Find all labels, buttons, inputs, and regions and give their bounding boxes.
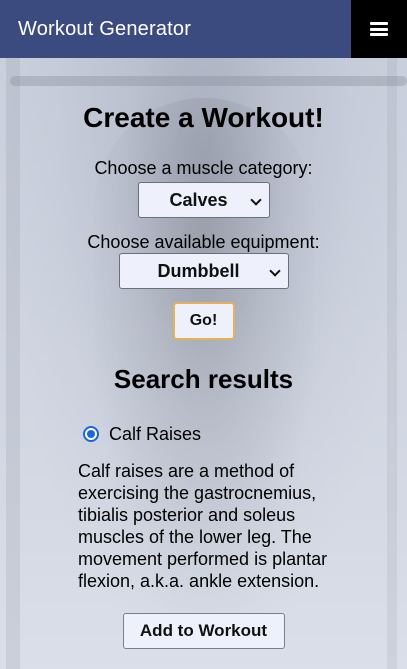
result-exercise-name: Calf Raises (109, 423, 202, 444)
muscle-category-select[interactable]: Calves (137, 182, 270, 218)
search-result-item[interactable]: Calf Raises (83, 422, 201, 446)
hamburger-menu-icon (370, 22, 388, 36)
chevron-down-icon (250, 195, 260, 205)
equipment-selected-value: Dumbbell (157, 261, 240, 281)
go-button[interactable]: Go! (172, 302, 235, 340)
top-navigation-bar: Workout Generator (0, 0, 407, 58)
muscle-category-selected-value: Calves (169, 190, 228, 210)
search-results-heading: Search results (113, 364, 294, 394)
app-page: Workout Generator Create a Workout! Choo… (0, 0, 407, 669)
app-title: Workout Generator (18, 17, 192, 40)
equipment-select[interactable]: Dumbbell (118, 253, 289, 289)
page-title: Create a Workout! (83, 102, 324, 133)
main-content: Create a Workout! Choose a muscle catego… (0, 58, 407, 669)
menu-button[interactable] (351, 0, 407, 58)
radio-selected-dot (87, 430, 95, 438)
hamburger-line (370, 33, 388, 36)
result-exercise-description: Calf raises are a method of exercising t… (78, 461, 328, 591)
chevron-down-icon (269, 266, 279, 276)
muscle-category-label: Choose a muscle category: (94, 158, 313, 178)
result-radio-button[interactable] (83, 426, 99, 442)
equipment-label: Choose available equipment: (87, 232, 320, 252)
add-to-workout-button[interactable]: Add to Workout (122, 613, 285, 649)
hamburger-line (370, 22, 388, 25)
hamburger-line (370, 27, 388, 31)
